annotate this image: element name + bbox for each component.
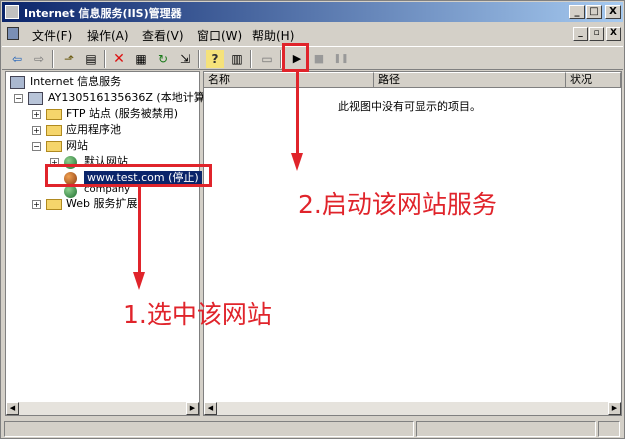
pause-icon[interactable]: ❚❚ xyxy=(332,50,350,68)
status-cell xyxy=(416,421,596,437)
refresh-icon[interactable]: ↻ xyxy=(154,50,172,68)
scroll-left-button[interactable]: ◀ xyxy=(6,402,19,415)
scroll-right-button[interactable]: ▶ xyxy=(186,402,199,415)
menu-action[interactable]: 操作(A) xyxy=(87,27,129,44)
mdi-close-button[interactable]: X xyxy=(606,27,621,41)
folder-icon xyxy=(46,125,62,136)
collapse-expander[interactable]: − xyxy=(14,94,23,103)
iis-icon xyxy=(10,76,25,89)
annotation-arrowhead-step1 xyxy=(133,272,145,290)
list-pane[interactable]: 名称 路径 状况 此视图中没有可显示的项目。 ◀ ▶ xyxy=(203,71,622,416)
tree-item-label: Internet 信息服务 xyxy=(30,75,122,88)
back-arrow-icon[interactable]: ⇦ xyxy=(8,50,26,68)
folder-icon xyxy=(46,109,62,120)
toolbar: ⇦ ⇨ ⬏ ▤ ✕ ▦ ↻ ⇲ ? ▥ ▭ ▶ ■ ❚❚ xyxy=(2,46,623,70)
toolbar-separator xyxy=(52,50,54,68)
toolbar-separator xyxy=(250,50,252,68)
show-tree-icon[interactable]: ▤ xyxy=(82,50,100,68)
iis-manager-window: Internet 信息服务(IIS)管理器 _ □ X 文件(F) 操作(A) … xyxy=(0,0,625,439)
list-horizontal-scrollbar[interactable]: ◀ ▶ xyxy=(204,402,621,415)
collapse-expander[interactable]: − xyxy=(32,142,41,151)
empty-list-message: 此视图中没有可显示的项目。 xyxy=(338,100,481,113)
annotation-step1-label: 1.选中该网站 xyxy=(123,300,272,329)
expand-expander[interactable]: + xyxy=(32,110,41,119)
folder-icon xyxy=(46,141,62,152)
annotation-arrow-step1 xyxy=(138,187,141,273)
stop-icon[interactable]: ■ xyxy=(310,50,328,68)
status-bar xyxy=(2,419,623,438)
delete-icon[interactable]: ✕ xyxy=(110,50,128,68)
tree-item-label: Web 服务扩展 xyxy=(66,197,138,210)
tree-horizontal-scrollbar[interactable]: ◀ ▶ xyxy=(6,402,199,415)
properties-icon[interactable]: ▦ xyxy=(132,50,150,68)
help-icon[interactable]: ? xyxy=(206,50,224,68)
column-header-path[interactable]: 路径 xyxy=(374,72,566,88)
tree-item-label: AY130516135636Z (本地计算机 xyxy=(48,91,216,104)
column-header-name[interactable]: 名称 xyxy=(204,72,374,88)
annotation-arrow-step2 xyxy=(296,72,299,154)
scroll-left-button[interactable]: ◀ xyxy=(204,402,217,415)
status-cell xyxy=(4,421,414,437)
folder-icon xyxy=(46,199,62,210)
selection-highlight-box xyxy=(45,164,212,187)
menu-window[interactable]: 窗口(W) xyxy=(197,27,242,44)
computer-icon xyxy=(28,92,43,105)
up-folder-icon[interactable]: ⬏ xyxy=(60,50,78,68)
expand-expander[interactable]: + xyxy=(32,200,41,209)
status-cell xyxy=(598,421,620,437)
expand-expander[interactable]: + xyxy=(32,126,41,135)
window-title: Internet 信息服务(IIS)管理器 xyxy=(24,7,182,20)
annotation-step2-label: 2.启动该网站服务 xyxy=(298,190,497,219)
tree-item-label: FTP 站点 (服务被禁用) xyxy=(66,107,179,120)
tree-item-label: 应用程序池 xyxy=(66,123,121,136)
close-button[interactable]: X xyxy=(605,5,621,19)
tree-item-label: 网站 xyxy=(66,139,88,152)
toolbar-separator xyxy=(104,50,106,68)
menu-help[interactable]: 帮助(H) xyxy=(252,27,294,44)
minimize-button[interactable]: _ xyxy=(569,5,585,19)
title-bar[interactable]: Internet 信息服务(IIS)管理器 _ □ X xyxy=(2,2,623,22)
export-list-icon[interactable]: ⇲ xyxy=(176,50,194,68)
console-icon[interactable] xyxy=(7,27,19,40)
menu-view[interactable]: 查看(V) xyxy=(142,27,184,44)
annotation-arrowhead-step2 xyxy=(291,153,303,171)
toolbar-separator xyxy=(198,50,200,68)
tree-pane[interactable]: Internet 信息服务 − AY130516135636Z (本地计算机 +… xyxy=(5,71,216,416)
computer-icon[interactable]: ▭ xyxy=(258,50,276,68)
app-icon xyxy=(5,5,19,19)
menu-file[interactable]: 文件(F) xyxy=(32,27,72,44)
start-button-highlight-box xyxy=(282,43,309,72)
show-hide-console-icon[interactable]: ▥ xyxy=(228,50,246,68)
mdi-restore-button[interactable]: ▫ xyxy=(589,27,604,41)
column-header-status[interactable]: 状况 xyxy=(566,72,621,88)
menu-bar: 文件(F) 操作(A) 查看(V) 窗口(W) 帮助(H) _ ▫ X xyxy=(2,23,623,45)
scroll-right-button[interactable]: ▶ xyxy=(608,402,621,415)
mdi-minimize-button[interactable]: _ xyxy=(573,27,588,41)
maximize-button[interactable]: □ xyxy=(586,5,602,19)
forward-arrow-icon[interactable]: ⇨ xyxy=(30,50,48,68)
